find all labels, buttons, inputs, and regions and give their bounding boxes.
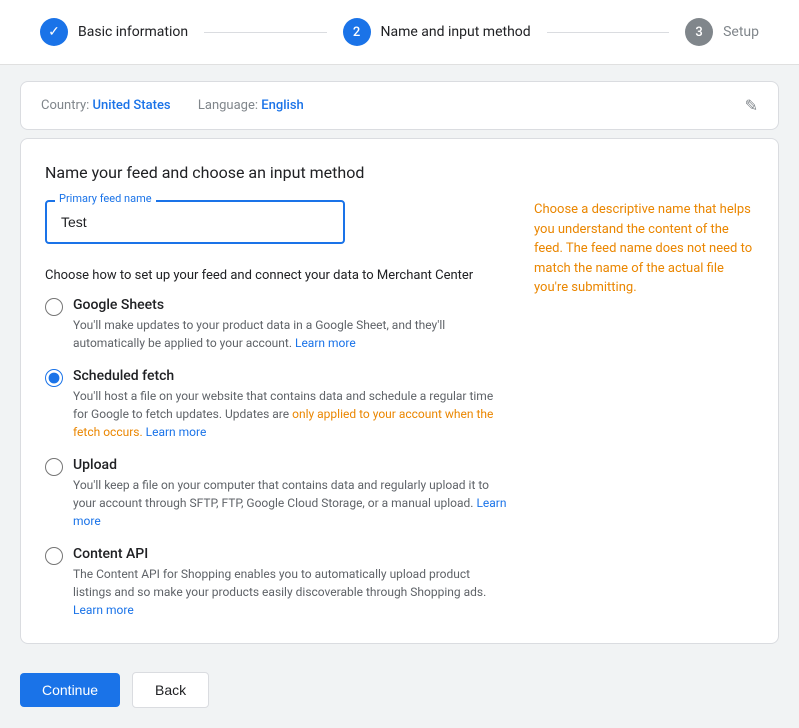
step-connector-2 bbox=[547, 32, 669, 33]
radio-title-scheduled-fetch: Scheduled fetch bbox=[73, 368, 510, 384]
step-basic-info: ✓ Basic information bbox=[40, 18, 188, 46]
radio-content-upload: Upload You'll keep a file on your comput… bbox=[73, 457, 510, 530]
radio-google-sheets[interactable] bbox=[45, 298, 63, 316]
radio-content-api[interactable] bbox=[45, 547, 63, 565]
learn-more-content-api[interactable]: Learn more bbox=[73, 603, 134, 617]
radio-desc-upload: You'll keep a file on your computer that… bbox=[73, 476, 510, 530]
radio-desc-content-api: The Content API for Shopping enables you… bbox=[73, 565, 510, 619]
radio-content-scheduled-fetch: Scheduled fetch You'll host a file on yo… bbox=[73, 368, 510, 441]
feed-name-input[interactable] bbox=[45, 200, 345, 244]
country-value: United States bbox=[93, 98, 171, 113]
card-left: Primary feed name Choose how to set up y… bbox=[45, 200, 510, 619]
radio-wrapper-upload bbox=[45, 458, 63, 480]
continue-button[interactable]: Continue bbox=[20, 673, 120, 707]
radio-item-content-api: Content API The Content API for Shopping… bbox=[45, 546, 510, 619]
radio-content-content-api: Content API The Content API for Shopping… bbox=[73, 546, 510, 619]
radio-title-google-sheets: Google Sheets bbox=[73, 297, 510, 313]
radio-content-google-sheets: Google Sheets You'll make updates to you… bbox=[73, 297, 510, 352]
radio-title-upload: Upload bbox=[73, 457, 510, 473]
radio-desc-google-sheets: You'll make updates to your product data… bbox=[73, 316, 510, 352]
step-circle-2: 2 bbox=[343, 18, 371, 46]
step-label-1: Basic information bbox=[78, 24, 188, 40]
bottom-bar: Continue Back bbox=[0, 652, 799, 728]
radio-wrapper-google-sheets bbox=[45, 298, 63, 320]
stepper: ✓ Basic information 2 Name and input met… bbox=[0, 0, 799, 65]
radio-item-google-sheets: Google Sheets You'll make updates to you… bbox=[45, 297, 510, 352]
hint-text: Choose a descriptive name that helps you… bbox=[534, 200, 754, 298]
main-card: Name your feed and choose an input metho… bbox=[20, 138, 779, 644]
card-title: Name your feed and choose an input metho… bbox=[45, 163, 754, 182]
step-connector-1 bbox=[204, 32, 326, 33]
edit-icon[interactable]: ✎ bbox=[745, 96, 758, 115]
step-setup: 3 Setup bbox=[685, 18, 759, 46]
language-value: English bbox=[261, 98, 304, 113]
input-method-radio-group: Google Sheets You'll make updates to you… bbox=[45, 297, 510, 619]
feed-name-wrapper: Primary feed name bbox=[45, 200, 345, 244]
radio-item-upload: Upload You'll keep a file on your comput… bbox=[45, 457, 510, 530]
radio-upload[interactable] bbox=[45, 458, 63, 476]
section-subtitle: Choose how to set up your feed and conne… bbox=[45, 268, 510, 283]
step-label-2: Name and input method bbox=[381, 24, 531, 40]
radio-wrapper-content-api bbox=[45, 547, 63, 569]
language-label: Language: bbox=[198, 98, 258, 113]
step-number-2: 2 bbox=[353, 25, 360, 40]
info-bar-content: Country: United States Language: English bbox=[41, 98, 304, 113]
card-inner: Primary feed name Choose how to set up y… bbox=[45, 200, 754, 619]
step-circle-3: 3 bbox=[685, 18, 713, 46]
info-bar: Country: United States Language: English… bbox=[20, 81, 779, 130]
radio-scheduled-fetch[interactable] bbox=[45, 369, 63, 387]
radio-item-scheduled-fetch: Scheduled fetch You'll host a file on yo… bbox=[45, 368, 510, 441]
step-number-3: 3 bbox=[695, 25, 702, 40]
checkmark-icon: ✓ bbox=[48, 24, 60, 40]
radio-title-content-api: Content API bbox=[73, 546, 510, 562]
radio-wrapper-scheduled-fetch bbox=[45, 369, 63, 391]
country-label: Country: bbox=[41, 98, 89, 113]
card-hint: Choose a descriptive name that helps you… bbox=[534, 200, 754, 619]
step-circle-1: ✓ bbox=[40, 18, 68, 46]
radio-desc-scheduled-fetch: You'll host a file on your website that … bbox=[73, 387, 510, 441]
learn-more-google-sheets[interactable]: Learn more bbox=[295, 336, 356, 350]
input-label: Primary feed name bbox=[55, 192, 156, 205]
back-button[interactable]: Back bbox=[132, 672, 209, 708]
step-label-3: Setup bbox=[723, 24, 759, 40]
learn-more-scheduled-fetch[interactable]: Learn more bbox=[146, 425, 207, 439]
step-name-input: 2 Name and input method bbox=[343, 18, 531, 46]
